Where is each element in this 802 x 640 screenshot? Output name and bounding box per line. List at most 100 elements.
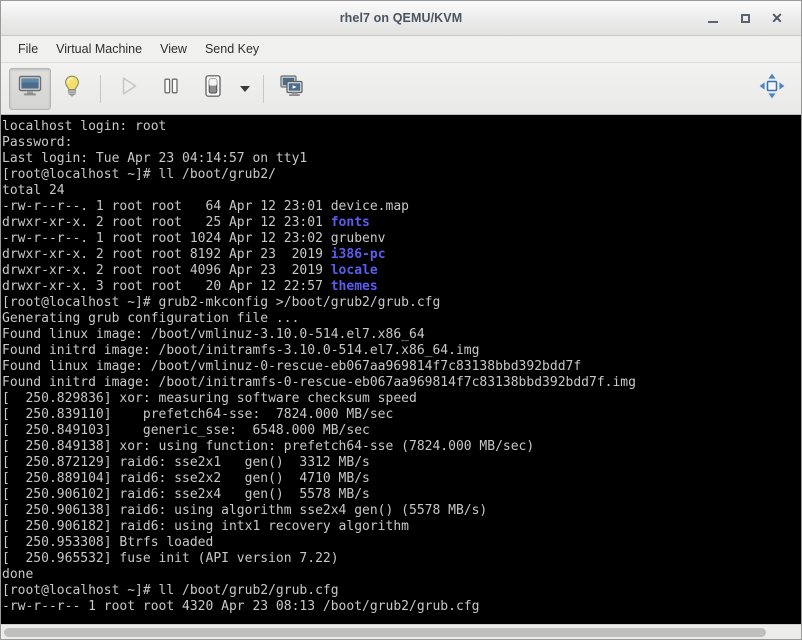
directory-name: fonts	[330, 215, 370, 230]
scrollbar-thumb[interactable]	[4, 627, 767, 637]
terminal-line: total 24	[2, 183, 801, 199]
menubar: File Virtual Machine View Send Key	[1, 36, 801, 63]
fullscreen-button[interactable]	[751, 68, 793, 110]
terminal-text: Found initrd image: /boot/initramfs-3.10…	[2, 343, 480, 358]
terminal-line: [ 250.849103] generic_sse: 6548.000 MB/s…	[2, 423, 801, 439]
minimize-icon	[708, 20, 718, 23]
terminal-text: [ 250.839110] prefetch64-sse: 7824.000 M…	[2, 407, 394, 422]
terminal-line: [ 250.953308] Btrfs loaded	[2, 535, 801, 551]
terminal-line: drwxr-xr-x. 2 root root 25 Apr 12 23:01 …	[2, 215, 801, 231]
terminal-text: [ 250.906102] raid6: sse2x4 gen() 5578 M…	[2, 487, 370, 502]
terminal-line: [ 250.872129] raid6: sse2x1 gen() 3312 M…	[2, 455, 801, 471]
snapshots-button[interactable]	[271, 68, 313, 110]
titlebar: rhel7 on QEMU/KVM ✕	[1, 1, 801, 36]
terminal-line: [root@localhost ~]# ll /boot/grub2/	[2, 167, 801, 183]
terminal-text: drwxr-xr-x. 2 root root 8192 Apr 23 2019	[2, 247, 331, 262]
shutdown-button[interactable]	[192, 68, 234, 110]
pause-icon	[160, 75, 182, 102]
terminal-text: [ 250.872129] raid6: sse2x1 gen() 3312 M…	[2, 455, 370, 470]
minimize-button[interactable]	[705, 10, 721, 26]
menu-item-virtual-machine[interactable]: Virtual Machine	[47, 39, 151, 59]
resize-arrows-icon	[758, 72, 786, 105]
terminal-text: localhost login: root	[2, 119, 167, 134]
terminal-line: [ 250.906102] raid6: sse2x4 gen() 5578 M…	[2, 487, 801, 503]
terminal-line: [ 250.906138] raid6: using algorithm sse…	[2, 503, 801, 519]
terminal-text: [ 250.849103] generic_sse: 6548.000 MB/s…	[2, 423, 370, 438]
directory-name: i386-pc	[330, 247, 386, 262]
terminal-text: [ 250.906182] raid6: using intx1 recover…	[2, 519, 409, 534]
terminal-text: Found initrd image: /boot/initramfs-0-re…	[2, 375, 636, 390]
terminal-text: [ 250.965532] fuse init (API version 7.2…	[2, 551, 339, 566]
pause-button[interactable]	[150, 68, 192, 110]
details-view-button[interactable]	[51, 68, 93, 110]
terminal-text: Found linux image: /boot/vmlinuz-0-rescu…	[2, 359, 582, 374]
terminal-text: Found linux image: /boot/vmlinuz-3.10.0-…	[2, 327, 425, 342]
terminal-line: done	[2, 567, 801, 583]
terminal-text: drwxr-xr-x. 3 root root 20 Apr 12 22:57	[2, 279, 331, 294]
maximize-button[interactable]	[737, 10, 753, 26]
terminal-line: -rw-r--r-- 1 root root 4320 Apr 23 08:13…	[2, 599, 801, 615]
directory-name: locale	[330, 263, 378, 278]
lightbulb-icon	[61, 74, 83, 103]
terminal-text: [ 250.906138] raid6: using algorithm sse…	[2, 503, 488, 518]
toolbar-separator-2	[263, 74, 264, 103]
monitor-icon	[18, 75, 42, 102]
terminal-text: [root@localhost ~]# ll /boot/grub2/grub.…	[2, 583, 339, 598]
terminal-text: [root@localhost ~]# grub2-mkconfig >/boo…	[2, 295, 441, 310]
terminal-output: localhost login: root Password: Last login…	[1, 115, 801, 615]
terminal-text: Password:	[2, 135, 73, 150]
virt-manager-window: rhel7 on QEMU/KVM ✕ File Virtual Machine…	[0, 0, 802, 640]
terminal-text: drwxr-xr-x. 2 root root 4096 Apr 23 2019	[2, 263, 331, 278]
terminal-line: Password:	[2, 135, 801, 151]
terminal-line: Found initrd image: /boot/initramfs-3.10…	[2, 343, 801, 359]
terminal-line: Last login: Tue Apr 23 04:14:57 on tty1	[2, 151, 801, 167]
chevron-down-icon	[240, 85, 250, 92]
power-icon	[203, 74, 223, 103]
vm-console[interactable]: localhost login: root Password: Last login…	[1, 115, 801, 624]
terminal-line: [root@localhost ~]# grub2-mkconfig >/boo…	[2, 295, 801, 311]
terminal-line: [ 250.839110] prefetch64-sse: 7824.000 M…	[2, 407, 801, 423]
terminal-line: [root@localhost ~]# ll /boot/grub2/grub.…	[2, 583, 801, 599]
run-button[interactable]	[108, 68, 150, 110]
terminal-line: Found linux image: /boot/vmlinuz-0-rescu…	[2, 359, 801, 375]
terminal-text: [ 250.829836] xor: measuring software ch…	[2, 391, 417, 406]
terminal-line: drwxr-xr-x. 3 root root 20 Apr 12 22:57 …	[2, 279, 801, 295]
shutdown-menu-button[interactable]	[234, 69, 256, 109]
toolbar-separator-1	[100, 74, 101, 103]
menu-item-send-key[interactable]: Send Key	[196, 39, 268, 59]
terminal-line: [ 250.906182] raid6: using intx1 recover…	[2, 519, 801, 535]
console-view-button[interactable]	[9, 67, 51, 110]
terminal-text: -rw-r--r--. 1 root root 64 Apr 12 23:01 …	[2, 199, 409, 214]
toolbar	[1, 63, 801, 115]
menu-item-file[interactable]: File	[9, 39, 47, 59]
terminal-line: [ 250.829836] xor: measuring software ch…	[2, 391, 801, 407]
menu-item-view[interactable]: View	[151, 39, 196, 59]
terminal-line: [ 250.965532] fuse init (API version 7.2…	[2, 551, 801, 567]
terminal-text: -rw-r--r-- 1 root root 4320 Apr 23 08:13…	[2, 599, 480, 614]
terminal-line: [ 250.849138] xor: using function: prefe…	[2, 439, 801, 455]
horizontal-scrollbar[interactable]	[1, 624, 801, 639]
terminal-line: drwxr-xr-x. 2 root root 4096 Apr 23 2019…	[2, 263, 801, 279]
close-icon: ✕	[771, 10, 783, 26]
terminal-text: [ 250.849138] xor: using function: prefe…	[2, 439, 535, 454]
play-icon	[118, 75, 140, 102]
close-button[interactable]: ✕	[769, 10, 785, 26]
window-title: rhel7 on QEMU/KVM	[339, 11, 463, 25]
terminal-line: Found linux image: /boot/vmlinuz-3.10.0-…	[2, 327, 801, 343]
terminal-text: total 24	[2, 183, 65, 198]
snapshot-icon	[279, 74, 305, 103]
terminal-line: [ 250.889104] raid6: sse2x2 gen() 4710 M…	[2, 471, 801, 487]
terminal-line: localhost login: root	[2, 119, 801, 135]
terminal-text: done	[2, 567, 34, 582]
terminal-line: -rw-r--r--. 1 root root 1024 Apr 12 23:0…	[2, 231, 801, 247]
terminal-text: Last login: Tue Apr 23 04:14:57 on tty1	[2, 151, 308, 166]
maximize-icon	[740, 13, 750, 23]
directory-name: themes	[330, 279, 378, 294]
terminal-line: drwxr-xr-x. 2 root root 8192 Apr 23 2019…	[2, 247, 801, 263]
terminal-line: -rw-r--r--. 1 root root 64 Apr 12 23:01 …	[2, 199, 801, 215]
terminal-text: drwxr-xr-x. 2 root root 25 Apr 12 23:01	[2, 215, 331, 230]
terminal-text: -rw-r--r--. 1 root root 1024 Apr 12 23:0…	[2, 231, 386, 246]
terminal-text: [root@localhost ~]# ll /boot/grub2/	[2, 167, 276, 182]
terminal-line: Found initrd image: /boot/initramfs-0-re…	[2, 375, 801, 391]
terminal-text: [ 250.953308] Btrfs loaded	[2, 535, 214, 550]
